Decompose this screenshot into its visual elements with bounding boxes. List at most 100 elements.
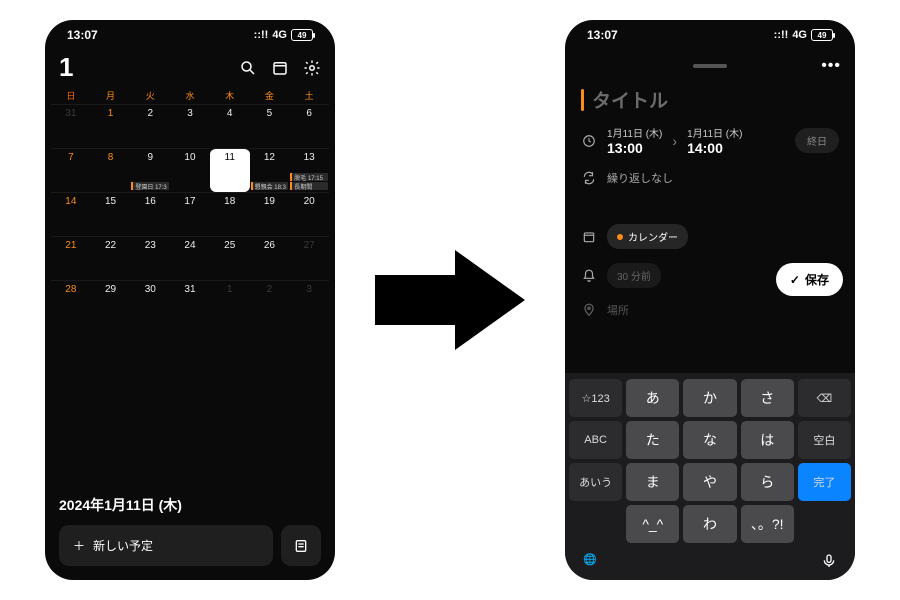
day-cell[interactable]: 18 bbox=[210, 192, 250, 236]
month-label[interactable]: 1 bbox=[59, 52, 73, 83]
day-cell[interactable]: 1 bbox=[91, 104, 131, 148]
day-cell[interactable]: 5 bbox=[250, 104, 290, 148]
keyboard-key[interactable]: な bbox=[683, 421, 736, 459]
month-grid[interactable]: 31123456789登園日 17:3101112懇親会 18:313長期間 1… bbox=[45, 102, 335, 326]
signal-icon: ::!! bbox=[774, 29, 789, 41]
plus-icon: ＋ bbox=[73, 537, 85, 554]
day-cell[interactable]: 14 bbox=[51, 192, 91, 236]
day-cell[interactable]: 31 bbox=[51, 104, 91, 148]
day-cell[interactable]: 1 bbox=[210, 280, 250, 324]
keyboard-fn-key[interactable]: あいう bbox=[569, 463, 622, 501]
day-cell[interactable]: 25 bbox=[210, 236, 250, 280]
day-cell[interactable]: 20 bbox=[289, 192, 329, 236]
mic-icon[interactable] bbox=[821, 553, 837, 572]
day-cell[interactable]: 27 bbox=[289, 236, 329, 280]
keyboard-key[interactable]: ら bbox=[741, 463, 794, 501]
list-view-button[interactable] bbox=[281, 525, 321, 566]
day-cell[interactable]: 7 bbox=[51, 148, 91, 192]
event-pill[interactable]: 登園日 17:3 bbox=[131, 182, 169, 190]
today-icon[interactable] bbox=[271, 59, 289, 77]
day-cell[interactable]: 26 bbox=[250, 236, 290, 280]
allday-button[interactable]: 終日 bbox=[795, 128, 839, 153]
header-actions bbox=[239, 59, 321, 77]
day-cell[interactable]: 3 bbox=[170, 104, 210, 148]
keyboard-key[interactable]: た bbox=[626, 421, 679, 459]
keyboard-fn-key[interactable]: ☆123 bbox=[569, 379, 622, 417]
new-event-button[interactable]: ＋ 新しい予定 bbox=[59, 525, 273, 566]
day-cell[interactable]: 2 bbox=[250, 280, 290, 324]
day-cell[interactable]: 15 bbox=[91, 192, 131, 236]
globe-icon[interactable]: 🌐 bbox=[583, 553, 597, 572]
day-cell[interactable]: 6 bbox=[289, 104, 329, 148]
keyboard-fn-key[interactable]: ⌫ bbox=[798, 379, 851, 417]
day-cell[interactable]: 9登園日 17:3 bbox=[130, 148, 170, 192]
settings-icon[interactable] bbox=[303, 59, 321, 77]
day-cell[interactable]: 16 bbox=[130, 192, 170, 236]
event-pill[interactable]: 長期間 11:34 bbox=[290, 182, 328, 190]
keyboard-key[interactable]: さ bbox=[741, 379, 794, 417]
keyboard-key[interactable]: ま bbox=[626, 463, 679, 501]
day-of-week-row: 日月火水木金土 bbox=[45, 89, 335, 102]
day-cell[interactable]: 2 bbox=[130, 104, 170, 148]
drag-handle[interactable] bbox=[693, 64, 727, 68]
location-row[interactable]: 場所 bbox=[581, 302, 839, 318]
day-cell[interactable]: 23 bbox=[130, 236, 170, 280]
keyboard-key[interactable]: か bbox=[683, 379, 736, 417]
day-cell[interactable]: 29 bbox=[91, 280, 131, 324]
day-cell[interactable]: 30 bbox=[130, 280, 170, 324]
clock-icon bbox=[581, 134, 597, 148]
keyboard-fn-key[interactable]: ABC bbox=[569, 421, 622, 459]
status-right: ::!! 4G 49 bbox=[254, 29, 313, 41]
save-button[interactable]: ✓ 保存 bbox=[776, 263, 843, 296]
day-cell[interactable]: 19 bbox=[250, 192, 290, 236]
day-cell[interactable]: 3 bbox=[289, 280, 329, 324]
day-cell[interactable]: 24 bbox=[170, 236, 210, 280]
keyboard-fn-key[interactable]: 空白 bbox=[798, 421, 851, 459]
event-create-screen: 13:07 ::!! 4G 49 ••• タイトル 1月11日 (木) 13:0… bbox=[565, 20, 855, 580]
keyboard-key[interactable]: わ bbox=[683, 505, 736, 543]
more-icon[interactable]: ••• bbox=[821, 57, 841, 75]
day-cell[interactable]: 22 bbox=[91, 236, 131, 280]
dow-label: 水 bbox=[170, 89, 210, 102]
title-input-row[interactable]: タイトル bbox=[565, 82, 855, 125]
dow-label: 木 bbox=[210, 89, 250, 102]
day-cell[interactable]: 28 bbox=[51, 280, 91, 324]
calendar-row[interactable]: カレンダー bbox=[581, 224, 839, 249]
keyboard-key[interactable]: は bbox=[741, 421, 794, 459]
statusbar: 13:07 ::!! 4G 49 bbox=[45, 20, 335, 50]
title-placeholder: タイトル bbox=[592, 86, 668, 113]
keyboard-key[interactable]: ^_^ bbox=[626, 505, 679, 543]
day-cell[interactable]: 11 bbox=[210, 148, 250, 192]
keyboard-key[interactable]: 、。?! bbox=[741, 505, 794, 543]
bell-icon bbox=[581, 269, 597, 283]
dow-label: 月 bbox=[91, 89, 131, 102]
chevron-right-icon: › bbox=[672, 133, 677, 149]
location-label: 場所 bbox=[607, 302, 629, 318]
calendar-chip[interactable]: カレンダー bbox=[607, 224, 688, 249]
day-cell[interactable]: 8 bbox=[91, 148, 131, 192]
event-pill[interactable]: 脱毛 17:15 bbox=[290, 173, 328, 181]
status-time: 13:07 bbox=[67, 28, 98, 42]
day-cell[interactable]: 13長期間 11:34脱毛 17:15 bbox=[289, 148, 329, 192]
dow-label: 土 bbox=[289, 89, 329, 102]
keyboard-key[interactable]: あ bbox=[626, 379, 679, 417]
keyboard[interactable]: ☆123あかさ⌫ ABCたなは空白あいうまやら完了 ^_^わ、。?! 🌐 bbox=[565, 373, 855, 580]
keyboard-key[interactable]: や bbox=[683, 463, 736, 501]
dow-label: 日 bbox=[51, 89, 91, 102]
reminder-chip[interactable]: 30 分前 bbox=[607, 263, 661, 288]
day-cell[interactable]: 12懇親会 18:3 bbox=[250, 148, 290, 192]
day-cell[interactable]: 31 bbox=[170, 280, 210, 324]
day-cell[interactable]: 4 bbox=[210, 104, 250, 148]
datetime-row[interactable]: 1月11日 (木) 13:00 › 1月11日 (木) 14:00 終日 bbox=[581, 125, 839, 156]
keyboard-fn-key[interactable]: 完了 bbox=[798, 463, 851, 501]
day-cell[interactable]: 21 bbox=[51, 236, 91, 280]
day-cell[interactable]: 10 bbox=[170, 148, 210, 192]
repeat-row[interactable]: 繰り返しなし bbox=[581, 170, 839, 186]
end-datetime[interactable]: 1月11日 (木) 14:00 bbox=[687, 125, 742, 156]
statusbar: 13:07 ::!! 4G 49 bbox=[565, 20, 855, 50]
location-icon bbox=[581, 303, 597, 317]
start-datetime[interactable]: 1月11日 (木) 13:00 bbox=[607, 125, 662, 156]
event-pill[interactable]: 懇親会 18:3 bbox=[251, 182, 289, 190]
day-cell[interactable]: 17 bbox=[170, 192, 210, 236]
search-icon[interactable] bbox=[239, 59, 257, 77]
